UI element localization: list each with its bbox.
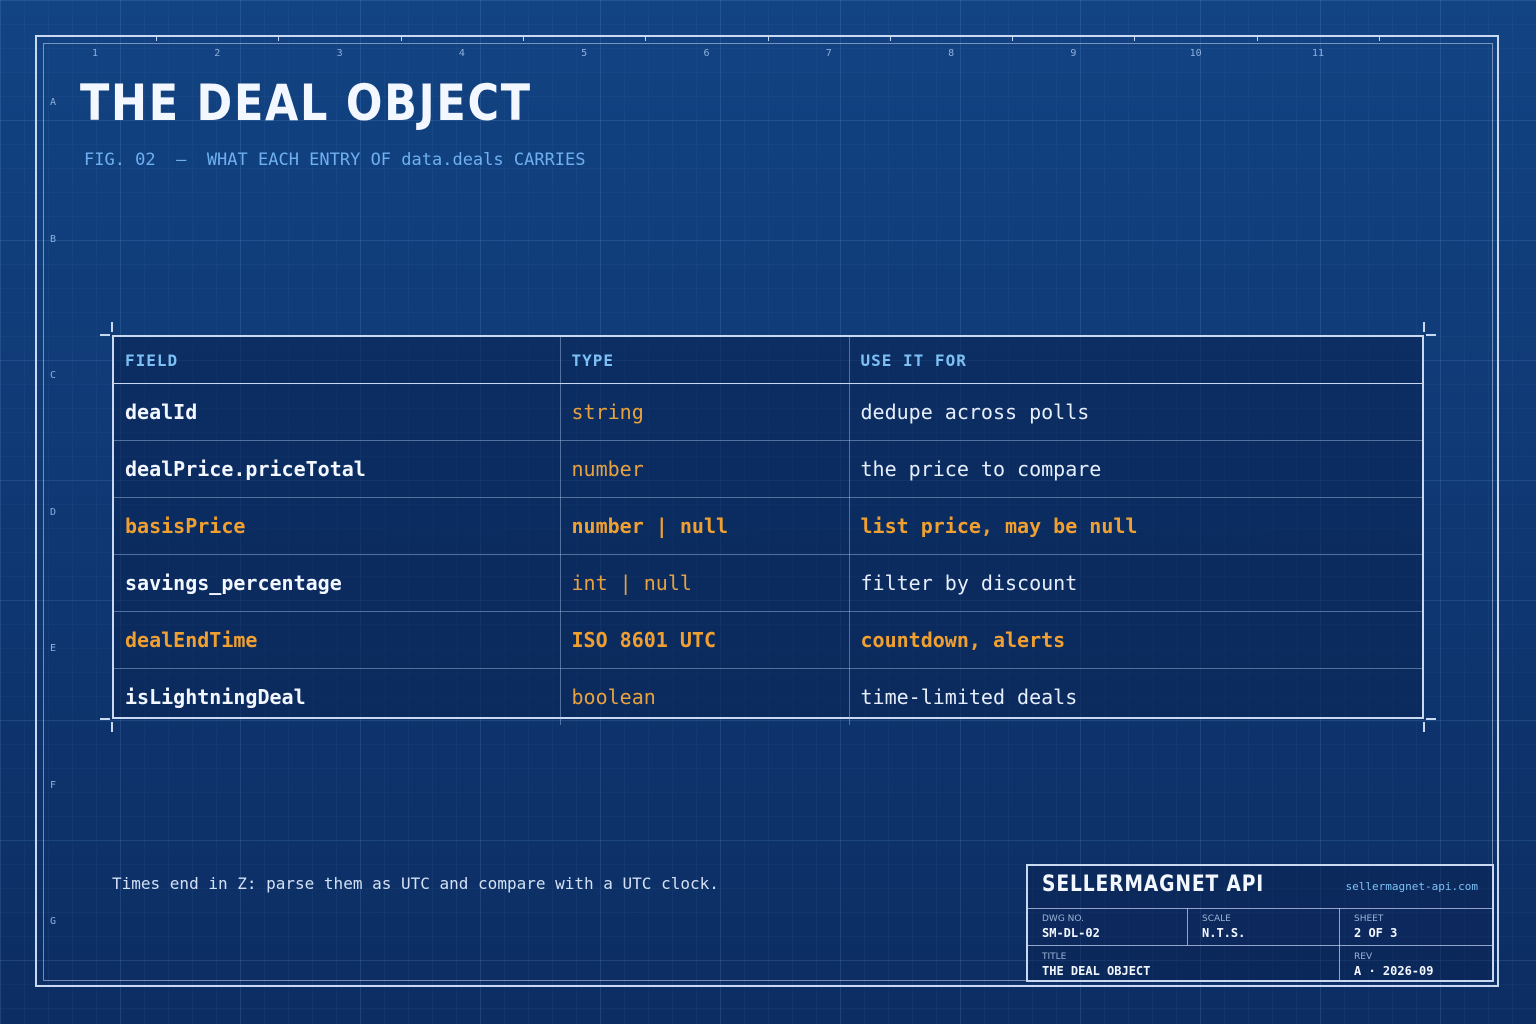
- field-type: string: [560, 383, 850, 441]
- column-tick: [1256, 35, 1258, 41]
- title-block: SELLERMAGNET API sellermagnet-api.com DW…: [1026, 864, 1494, 982]
- table-header-row: FIELD TYPE USE IT FOR: [114, 337, 1422, 384]
- row-letter: B: [50, 233, 57, 245]
- crop-mark-bottom-right-h: [1426, 718, 1436, 720]
- field-use: time-limited deals: [860, 685, 1078, 709]
- column-tick: [1379, 35, 1380, 41]
- column-tick: [1134, 35, 1136, 41]
- column-number: 7: [825, 48, 832, 59]
- table-row: dealPrice.priceTotal number the price to…: [114, 440, 1422, 498]
- table-row: basisPrice number | null list price, may…: [114, 497, 1422, 555]
- column-tick-marks: [35, 35, 1380, 43]
- field-use: list price, may be null: [849, 497, 1422, 555]
- brand-url: sellermagnet-api.com: [1345, 880, 1478, 893]
- field-name: dealPrice.priceTotal: [114, 440, 561, 498]
- rev-value: A · 2026-09: [1354, 964, 1434, 978]
- crop-mark-top-right-h: [1426, 334, 1436, 336]
- column-tick: [522, 35, 524, 41]
- sheet-value: 2 OF 3: [1354, 926, 1398, 940]
- column-number: 5: [581, 48, 588, 59]
- column-header-use: USE IT FOR: [849, 337, 1422, 384]
- deal-fields-table: FIELD TYPE USE IT FOR dealId string dedu…: [112, 335, 1424, 725]
- rev-cell: REV A · 2026-09: [1340, 946, 1494, 982]
- field-name: isLightningDeal: [114, 668, 561, 725]
- field-type: boolean: [560, 668, 850, 725]
- crop-mark-top-left-h: [100, 334, 110, 336]
- figure-subtitle: FIG. 02 — WHAT EACH ENTRY OF data.deals …: [84, 150, 586, 170]
- column-tick: [645, 35, 647, 41]
- row-letter: D: [50, 506, 57, 518]
- column-tick: [278, 35, 280, 41]
- column-header-field: FIELD: [114, 337, 561, 384]
- column-number: 8: [948, 48, 955, 59]
- column-tick: [1012, 35, 1014, 41]
- dwg-no-value: SM-DL-02: [1042, 926, 1100, 940]
- footnote: Times end in Z: parse them as UTC and co…: [112, 874, 719, 893]
- table-row: savings_percentage int | null filter by …: [114, 554, 1422, 612]
- field-type: number: [560, 440, 850, 498]
- field-name: savings_percentage: [114, 554, 561, 612]
- crop-mark-top-right-v: [1423, 322, 1425, 332]
- field-use: filter by discount: [849, 554, 1422, 612]
- crop-mark-bottom-right-v: [1423, 722, 1425, 732]
- rev-label: REV: [1354, 952, 1373, 962]
- column-number: 6: [703, 48, 710, 59]
- title-value: THE DEAL OBJECT: [1042, 964, 1151, 978]
- row-letter: G: [50, 916, 57, 927]
- column-number: 10: [1189, 48, 1202, 59]
- column-tick: [156, 35, 157, 41]
- field-use: the price to compare: [849, 440, 1422, 498]
- scale-value: N.T.S.: [1202, 926, 1246, 940]
- column-number: 1: [91, 48, 99, 59]
- column-number: 11: [1311, 48, 1325, 59]
- column-tick: [767, 35, 769, 41]
- crop-mark-bottom-left-v: [111, 722, 113, 732]
- row-letter: C: [50, 370, 57, 381]
- field-type: ISO 8601 UTC: [560, 611, 850, 669]
- scale-label: SCALE: [1202, 914, 1231, 924]
- row-letter: E: [50, 643, 57, 654]
- title-cell: TITLE THE DEAL OBJECT: [1028, 946, 1339, 982]
- scale-cell: SCALE N.T.S.: [1188, 908, 1339, 945]
- column-number: 3: [336, 48, 343, 59]
- title-block-header: SELLERMAGNET API sellermagnet-api.com: [1028, 866, 1492, 909]
- column-number: 2: [214, 48, 221, 59]
- field-use: dedupe across polls: [849, 383, 1422, 441]
- page-title: THE DEAL OBJECT: [80, 74, 532, 132]
- crop-mark-bottom-left-h: [100, 718, 110, 720]
- table-row: isLightningDeal boolean time-limited dea…: [114, 668, 1422, 725]
- dwg-no-cell: DWG NO. SM-DL-02: [1028, 908, 1187, 945]
- dwg-no-label: DWG NO.: [1042, 914, 1084, 924]
- sheet-label: SHEET: [1354, 914, 1384, 924]
- field-type: int | null: [560, 554, 850, 612]
- column-header-type: TYPE: [560, 337, 850, 384]
- column-number: 4: [458, 48, 465, 59]
- brand-name: SELLERMAGNET API: [1042, 872, 1265, 897]
- title-label: TITLE: [1042, 952, 1067, 962]
- row-letter: F: [50, 779, 57, 791]
- row-letter: A: [50, 97, 57, 108]
- sheet-cell: SHEET 2 OF 3: [1340, 908, 1494, 945]
- field-name: basisPrice: [114, 497, 561, 555]
- table-row: dealId string dedupe across polls: [114, 383, 1422, 441]
- table-row: dealEndTime ISO 8601 UTC countdown, aler…: [114, 611, 1422, 669]
- column-tick: [400, 35, 402, 41]
- column-tick: [889, 35, 891, 41]
- column-number: 9: [1070, 48, 1077, 59]
- crop-mark-top-left-v: [111, 322, 113, 332]
- field-name: dealId: [114, 383, 561, 441]
- field-use: countdown, alerts: [849, 611, 1422, 669]
- field-type: number | null: [560, 497, 850, 555]
- field-name: dealEndTime: [114, 611, 561, 669]
